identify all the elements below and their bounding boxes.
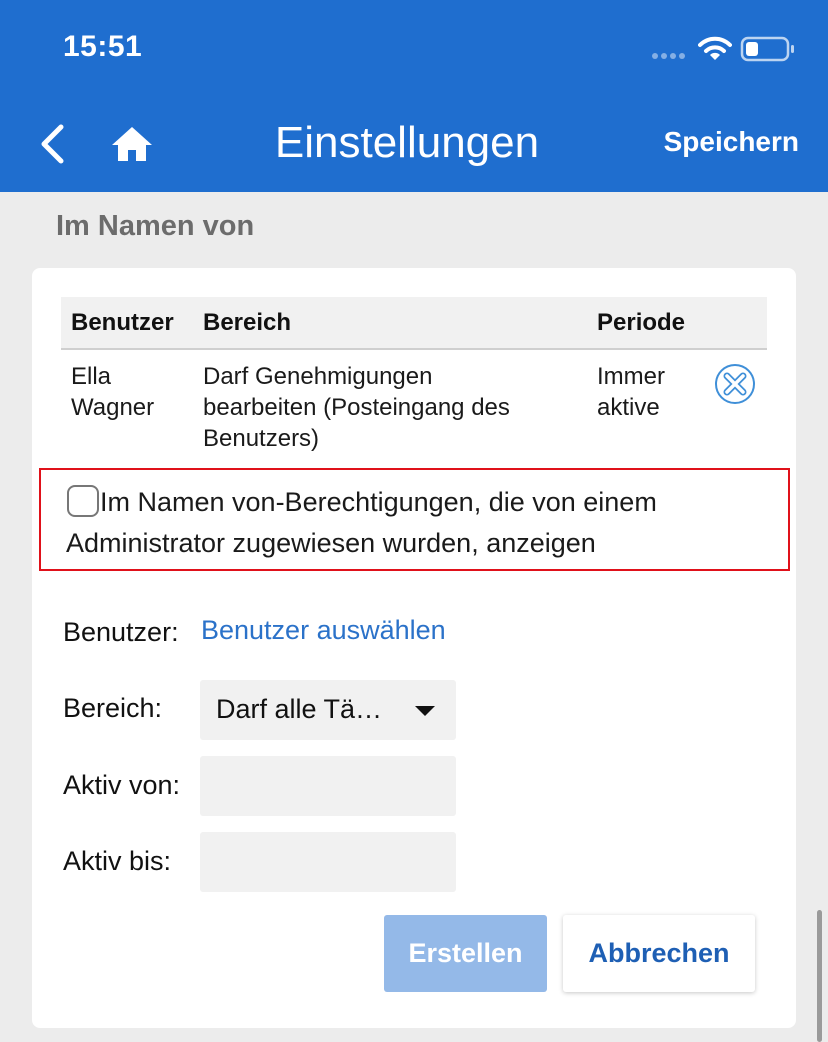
select-user-link[interactable]: Benutzer auswählen [201,615,446,646]
active-from-input[interactable] [200,756,456,816]
admin-permissions-label: Im Namen von-Berechtigungen, die von ein… [66,487,657,558]
row-area-line: bearbeiten (Posteingang des [203,394,510,421]
row-user-line: Wagner [71,394,155,421]
row-area-line: Benutzers) [203,425,320,452]
row-user-line: Ella [71,363,112,390]
remove-circle-icon[interactable] [714,363,756,405]
row-period: Immer aktive [597,361,665,423]
area-label: Bereich: [63,693,163,723]
battery-icon [740,36,794,62]
save-button[interactable]: Speichern [664,126,799,158]
row-area: Darf Genehmigungen bearbeiten (Posteinga… [203,361,510,454]
page-title-text: Einstellungen [274,118,540,167]
column-header-period: Periode [597,309,686,336]
admin-permissions-option: Im Namen von-Berechtigungen, die von ein… [39,468,790,571]
row-period-line: Immer [597,363,665,390]
column-header-user: Benutzer [71,309,174,336]
cancel-button[interactable]: Abbrechen [563,915,755,992]
row-period-line: aktive [597,394,660,421]
table-header: Benutzer Bereich Periode [61,297,767,350]
app-header: 15:51 Einstellungen Speichern [0,0,828,192]
active-to-label: Aktiv bis: [63,846,172,876]
scrollbar[interactable] [817,910,822,1042]
dropdown-arrow-icon [415,706,435,716]
home-icon[interactable] [110,124,154,164]
back-icon[interactable] [38,124,66,164]
wifi-icon [698,36,732,60]
user-label: Benutzer: [63,617,179,647]
area-select-value: Darf alle Tä… [216,694,383,724]
row-user: Ella Wagner [71,361,154,423]
create-button[interactable]: Erstellen [384,915,547,992]
active-from-label: Aktiv von: [63,770,181,800]
column-header-area: Bereich [203,309,292,336]
signal-icon [652,53,685,59]
status-time: 15:51 [63,30,143,63]
row-area-line: Darf Genehmigungen [203,363,433,390]
section-title: Im Namen von [56,210,255,242]
active-to-input[interactable] [200,832,456,892]
area-select[interactable]: Darf alle Tä… [200,680,456,740]
delegation-card: Benutzer Bereich Periode Ella Wagner Dar… [32,268,796,1028]
